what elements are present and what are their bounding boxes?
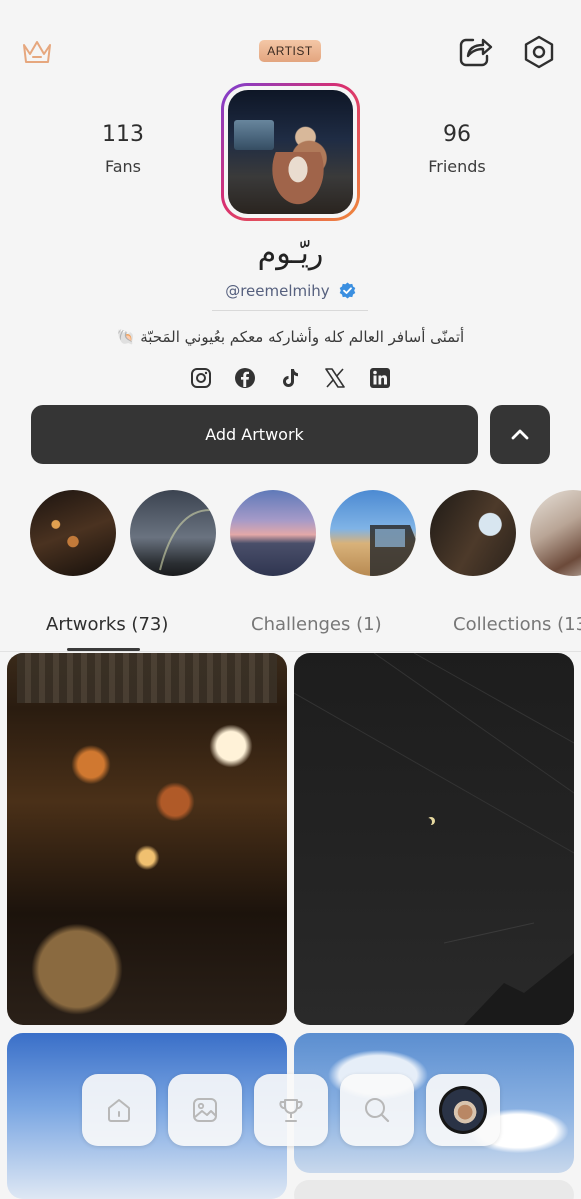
profile-photo	[228, 90, 353, 214]
social-links	[0, 367, 581, 391]
tab-challenges[interactable]: Challenges (1)	[251, 614, 382, 635]
trophy-icon	[279, 1099, 303, 1122]
crown-icon[interactable]	[20, 36, 54, 68]
profile-bio: أتمنّى أسافر العالم كله وأشاركه معكم بعُ…	[116, 328, 465, 346]
instagram-icon[interactable]	[190, 367, 212, 389]
x-icon[interactable]	[324, 367, 346, 389]
tab-artworks[interactable]: Artworks (73)	[46, 614, 168, 635]
search-icon	[365, 1098, 390, 1123]
story-circle[interactable]	[230, 490, 316, 576]
story-circle[interactable]	[430, 490, 516, 576]
story-circle[interactable]	[330, 490, 416, 576]
active-tab-indicator	[67, 648, 140, 651]
fans-stat[interactable]: 113 Fans	[63, 122, 183, 176]
artist-badge: ARTIST	[259, 40, 321, 62]
stories-row	[0, 490, 581, 578]
profile-avatar[interactable]	[221, 83, 360, 221]
artwork-card[interactable]	[7, 653, 287, 1025]
gallery-icon	[193, 1098, 217, 1122]
artwork-card[interactable]	[294, 1180, 574, 1199]
story-circle[interactable]	[530, 490, 581, 576]
nav-challenges[interactable]	[254, 1074, 328, 1146]
handle-row: @reemelmihy	[0, 281, 581, 300]
linkedin-icon[interactable]	[369, 367, 391, 389]
nav-search[interactable]	[340, 1074, 414, 1146]
settings-icon[interactable]	[520, 33, 558, 71]
fans-count: 113	[102, 122, 144, 147]
story-circle[interactable]	[30, 490, 116, 576]
profile-tabs: Artworks (73) Challenges (1) Collections…	[0, 600, 581, 652]
facebook-icon[interactable]	[234, 367, 256, 389]
nav-profile[interactable]	[426, 1074, 500, 1146]
friends-count: 96	[443, 122, 471, 147]
share-icon[interactable]	[456, 32, 494, 70]
divider	[212, 310, 368, 311]
bottom-navigation	[0, 1066, 581, 1156]
friends-stat[interactable]: 96 Friends	[397, 122, 517, 176]
profile-avatar	[439, 1086, 487, 1134]
nav-home[interactable]	[82, 1074, 156, 1146]
chevron-up-icon	[511, 429, 529, 440]
artwork-card[interactable]	[294, 653, 574, 1025]
add-artwork-button[interactable]: Add Artwork	[31, 405, 478, 464]
username-handle: @reemelmihy	[225, 282, 330, 300]
tab-collections[interactable]: Collections (13)	[453, 614, 581, 635]
home-icon	[108, 1099, 130, 1122]
display-name: ريّـوم	[257, 236, 324, 271]
tiktok-icon[interactable]	[279, 367, 301, 389]
nav-gallery[interactable]	[168, 1074, 242, 1146]
verified-icon	[339, 282, 356, 299]
friends-label: Friends	[428, 157, 486, 176]
collapse-toggle-button[interactable]	[490, 405, 550, 464]
fans-label: Fans	[104, 157, 141, 176]
story-circle[interactable]	[130, 490, 216, 576]
